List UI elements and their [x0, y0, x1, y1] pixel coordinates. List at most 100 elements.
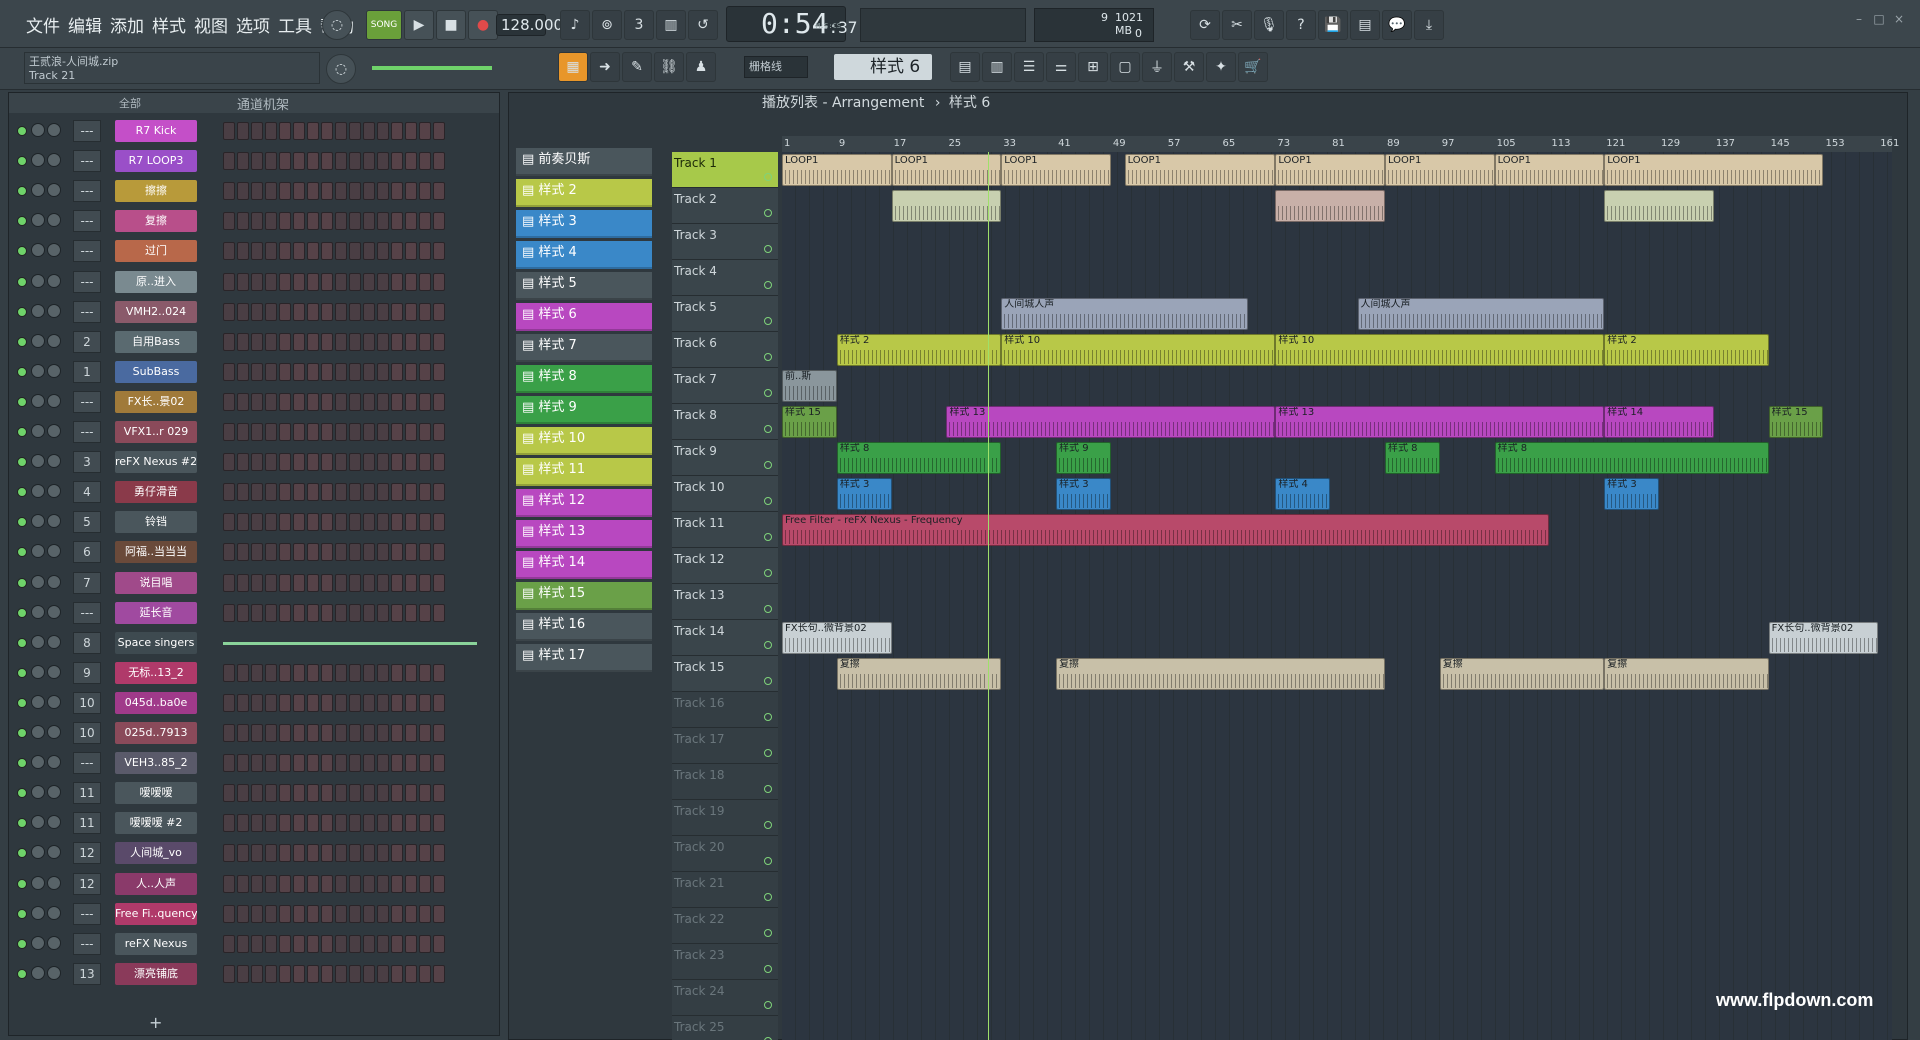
step-button[interactable] [251, 212, 263, 231]
step-button[interactable] [265, 302, 277, 321]
channel-pan-knob[interactable] [31, 875, 45, 890]
step-button[interactable] [363, 874, 375, 893]
channel-pan-knob[interactable] [31, 544, 45, 559]
chat-icon[interactable]: 💬 [1382, 10, 1412, 40]
menu-item-0[interactable]: 文件 [26, 12, 60, 37]
channel-pan-knob[interactable] [31, 664, 45, 679]
pattern-item[interactable]: ▤ 前奏贝斯 [516, 148, 652, 176]
channel-row[interactable]: 12 人间城_vo [9, 839, 499, 869]
step-button[interactable] [223, 483, 235, 502]
step-button[interactable] [363, 392, 375, 411]
track-header[interactable]: Track 23 [672, 944, 778, 980]
step-button[interactable] [349, 663, 361, 682]
channel-volume-knob[interactable] [47, 424, 61, 438]
step-button[interactable] [391, 453, 403, 472]
channel-mixer-track[interactable]: 13 [73, 962, 101, 985]
track-enable-led[interactable] [764, 893, 772, 901]
step-button[interactable] [321, 814, 333, 833]
step-button[interactable] [251, 693, 263, 712]
step-sequence[interactable] [223, 603, 445, 622]
channel-mixer-track[interactable]: --- [73, 270, 101, 293]
step-button[interactable] [377, 844, 389, 863]
step-button[interactable] [419, 964, 431, 983]
step-button[interactable] [433, 423, 445, 441]
step-button[interactable] [377, 934, 389, 953]
channel-mixer-track[interactable]: --- [73, 180, 101, 203]
step-button[interactable] [419, 754, 431, 773]
step-button[interactable] [377, 814, 389, 833]
step-button[interactable] [223, 663, 235, 682]
step-button[interactable] [391, 182, 403, 201]
track-enable-led[interactable] [764, 209, 772, 217]
plugin-icon[interactable]: ⏚ [1142, 52, 1172, 82]
link-icon[interactable]: ⛓ [654, 52, 684, 82]
step-sequence[interactable] [223, 362, 445, 381]
channel-pan-knob[interactable] [31, 303, 45, 318]
channel-mixer-track[interactable]: 10 [73, 722, 101, 744]
step-button[interactable] [265, 483, 277, 502]
step-button[interactable] [433, 693, 445, 712]
channel-name-button[interactable]: 045d..ba0e [115, 691, 197, 714]
step-button[interactable] [349, 934, 361, 953]
channel-pan-knob[interactable] [31, 785, 45, 800]
step-button[interactable] [419, 272, 431, 291]
step-button[interactable] [377, 122, 389, 140]
step-button[interactable] [349, 844, 361, 863]
step-button[interactable] [223, 212, 235, 231]
step-button[interactable] [405, 934, 417, 953]
step-button[interactable] [307, 332, 319, 351]
step-button[interactable] [293, 784, 305, 803]
channel-volume-knob[interactable] [47, 875, 61, 890]
step-sequence[interactable] [223, 754, 445, 773]
playlist-clip[interactable]: 样式 4 [1275, 478, 1331, 510]
step-button[interactable] [433, 844, 445, 863]
step-button[interactable] [279, 212, 291, 231]
step-button[interactable] [265, 693, 277, 712]
step-button[interactable] [349, 964, 361, 983]
channel-mixer-track[interactable]: 12 [73, 842, 101, 865]
step-button[interactable] [349, 453, 361, 472]
step-button[interactable] [293, 573, 305, 592]
step-button[interactable] [391, 272, 403, 291]
step-button[interactable] [321, 844, 333, 863]
channel-row[interactable]: 9 无标..13_2 [9, 659, 499, 689]
track-header[interactable]: Track 1 [672, 152, 778, 188]
track-enable-led[interactable] [764, 821, 772, 829]
step-button[interactable] [251, 844, 263, 863]
step-button[interactable] [363, 182, 375, 201]
step-button[interactable] [391, 754, 403, 773]
step-button[interactable] [293, 122, 305, 140]
step-button[interactable] [237, 693, 249, 712]
step-button[interactable] [349, 212, 361, 231]
step-button[interactable] [293, 362, 305, 381]
channel-mute-led[interactable] [17, 487, 27, 498]
step-sequence[interactable] [223, 392, 445, 411]
undo-history-icon[interactable]: ⟳ [1190, 10, 1220, 40]
step-button[interactable] [293, 332, 305, 351]
channel-mixer-track[interactable]: 3 [73, 451, 101, 474]
step-sequence[interactable] [223, 844, 445, 863]
step-sequence[interactable] [223, 513, 445, 532]
step-button[interactable] [265, 362, 277, 381]
step-button[interactable] [265, 453, 277, 472]
step-button[interactable] [237, 543, 249, 562]
step-button[interactable] [237, 152, 249, 171]
step-button[interactable] [279, 543, 291, 562]
channel-pan-knob[interactable] [31, 965, 45, 980]
stop-icon[interactable]: ■ [436, 10, 466, 40]
track-enable-led[interactable] [764, 533, 772, 541]
playlist-clip[interactable] [891, 190, 1002, 222]
channel-mute-led[interactable] [17, 427, 27, 437]
step-button[interactable] [293, 724, 305, 742]
step-sequence[interactable] [223, 964, 445, 983]
channel-name-button[interactable]: FX长..景02 [115, 390, 197, 413]
step-button[interactable] [251, 453, 263, 472]
master-volume-knob[interactable]: ◌ [322, 10, 352, 40]
track-header[interactable]: Track 24 [672, 980, 778, 1016]
step-button[interactable] [363, 332, 375, 351]
step-button[interactable] [321, 513, 333, 532]
step-button[interactable] [307, 543, 319, 562]
step-button[interactable] [265, 272, 277, 291]
channel-volume-knob[interactable] [47, 273, 61, 288]
playlist-clip[interactable]: 样式 15 [1768, 406, 1824, 438]
